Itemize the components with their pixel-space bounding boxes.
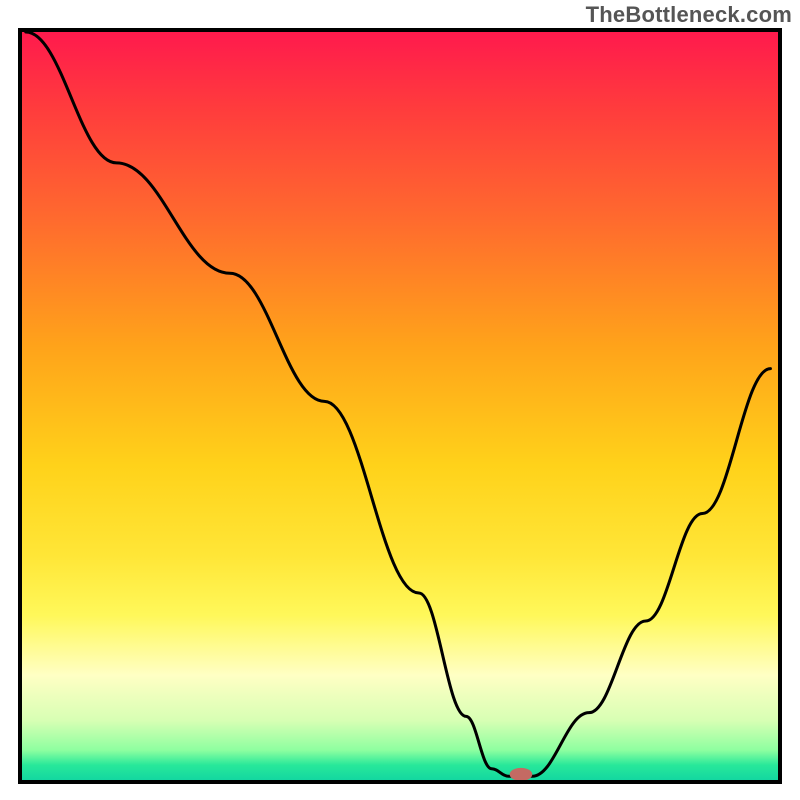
chart-figure: TheBottleneck.com	[0, 0, 800, 800]
curve-layer	[22, 32, 778, 780]
bottleneck-curve	[26, 32, 771, 776]
watermark-text: TheBottleneck.com	[586, 2, 792, 28]
optimal-point-marker	[510, 768, 533, 780]
plot-area	[18, 28, 782, 784]
